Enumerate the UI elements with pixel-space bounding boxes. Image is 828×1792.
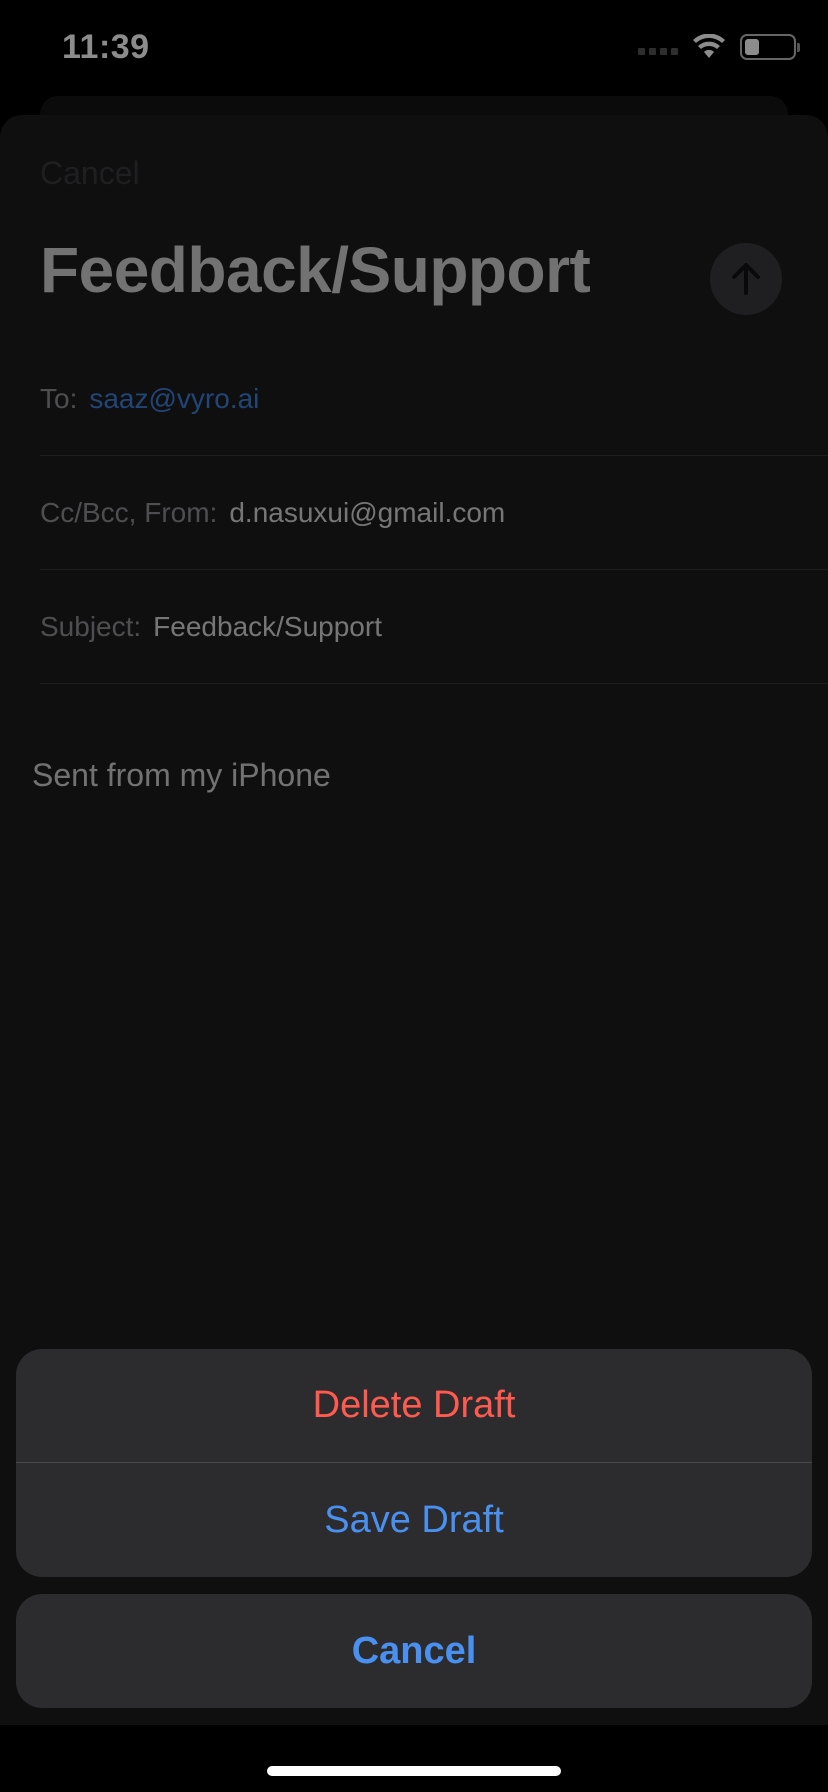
action-sheet-cancel-button[interactable]: Cancel: [16, 1594, 812, 1708]
action-sheet: Delete Draft Save Draft: [16, 1349, 812, 1577]
screen: 11:39 Cancel Feedback/Support To: saaz@v…: [0, 0, 828, 1792]
save-draft-button[interactable]: Save Draft: [16, 1463, 812, 1577]
delete-draft-button[interactable]: Delete Draft: [16, 1349, 812, 1463]
home-indicator[interactable]: [267, 1766, 561, 1776]
action-sheet-cancel-group: Cancel: [16, 1594, 812, 1708]
